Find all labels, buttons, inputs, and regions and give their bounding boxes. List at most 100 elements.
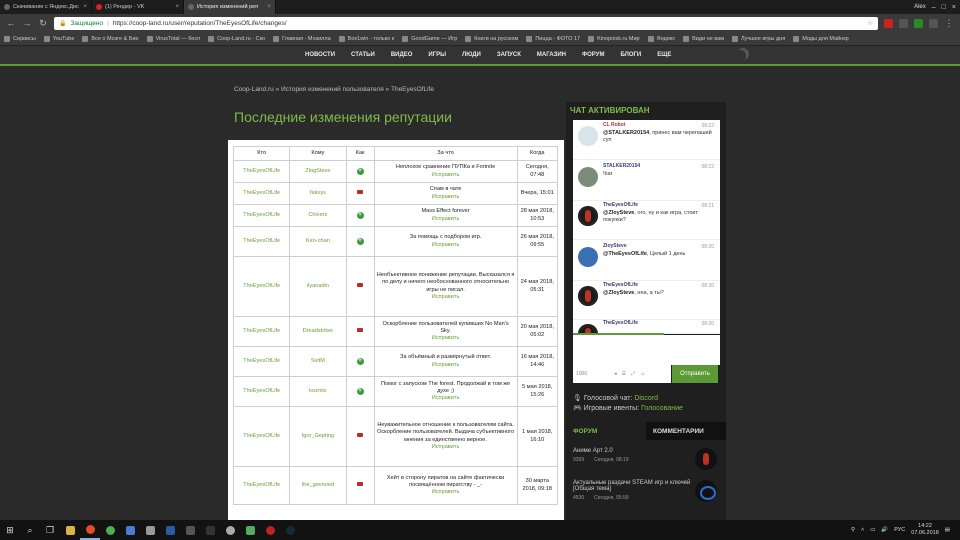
extension-icon[interactable]	[884, 18, 893, 28]
bookmark-item[interactable]: Coop-Land.ru - Ско	[208, 35, 265, 42]
utorrent-icon[interactable]	[100, 520, 120, 540]
chat-author[interactable]: STALKER20154	[603, 163, 716, 169]
minimize-icon[interactable]: –	[932, 4, 936, 11]
nav-link[interactable]: Форум	[574, 52, 612, 58]
avatar[interactable]	[578, 167, 598, 187]
fix-link[interactable]: Исправить	[377, 172, 515, 179]
avatar[interactable]	[578, 206, 598, 226]
start-icon[interactable]: ⊞	[0, 520, 20, 540]
app-icon[interactable]	[240, 520, 260, 540]
fix-link[interactable]: Исправить	[377, 335, 515, 342]
extension-icon[interactable]	[899, 18, 908, 28]
user-link[interactable]: Igor_Gepting	[302, 433, 334, 439]
nav-link[interactable]: Запуск	[489, 52, 529, 58]
user-link[interactable]: TheEyesOfLife	[243, 168, 280, 174]
chat-mention[interactable]: @STALKER20154	[603, 130, 649, 136]
reload-icon[interactable]: ↻	[38, 18, 48, 29]
forward-icon[interactable]: →	[22, 18, 32, 28]
fix-link[interactable]: Исправить	[377, 444, 515, 451]
list-icon[interactable]: ☰	[622, 371, 626, 377]
clock[interactable]: 14:22 07.06.2018	[911, 523, 939, 536]
people-icon[interactable]: ⚲	[851, 527, 855, 533]
search-icon[interactable]: ⌕	[20, 520, 40, 540]
avatar[interactable]	[578, 247, 598, 267]
chat-author[interactable]: TheEyesOfLife	[603, 282, 716, 288]
app-icon[interactable]	[220, 520, 240, 540]
explorer-icon[interactable]	[60, 520, 80, 540]
browser-tab[interactable]: Скачивание с Яндекс.Дис ×	[0, 0, 92, 14]
user-link[interactable]: TheEyesOfLife	[243, 433, 280, 439]
chat-author[interactable]: TheEyesOfLife	[603, 202, 716, 208]
nav-link[interactable]: Видео	[383, 52, 421, 58]
user-link[interactable]: TheEyesOfLife	[243, 283, 280, 289]
nav-link[interactable]: Еще	[649, 52, 679, 58]
user-link[interactable]: TheEyesOfLife	[243, 388, 280, 394]
extension-icon[interactable]	[914, 18, 923, 28]
browser-tab[interactable]: (1) Рендер - VK ×	[92, 0, 184, 14]
close-tab-icon[interactable]: ×	[83, 4, 87, 10]
chrome-icon[interactable]	[80, 520, 100, 540]
app-icon[interactable]	[200, 520, 220, 540]
bookmark-item[interactable]: Box1win - только к	[338, 35, 394, 42]
forum-topic[interactable]: Аниме Арт 2.0 9399 Сегодня, 08:19	[573, 448, 723, 470]
bookmark-item[interactable]: Лучшее игры дня	[732, 35, 785, 42]
bookmark-item[interactable]: Пицца - ФОТО 17	[526, 35, 580, 42]
fix-link[interactable]: Исправить	[377, 194, 515, 201]
bookmark-item[interactable]: Види не вам	[683, 35, 724, 42]
bookmark-item[interactable]: Яндекс	[647, 35, 675, 42]
tab-comments[interactable]: Комментарии	[646, 422, 726, 440]
smile-icon[interactable]: ☺	[640, 371, 645, 377]
chat-author[interactable]: TheEyesOfLife	[603, 320, 716, 326]
user-link[interactable]: TheEyesOfLife	[243, 358, 280, 364]
nav-link[interactable]: Люди	[454, 52, 489, 58]
moon-icon[interactable]	[734, 50, 746, 62]
user-link[interactable]: TheEyesOfLife	[243, 212, 280, 218]
arrow-icon[interactable]: ◂	[614, 371, 617, 377]
bookmark-item[interactable]: Все о Мозге & Био	[82, 35, 139, 42]
task-view-icon[interactable]: ❐	[40, 520, 60, 540]
user-link[interactable]: TheEyesOfLife	[243, 482, 280, 488]
chat-mention[interactable]: @ZloySteve	[603, 290, 634, 296]
nav-link[interactable]: Блоги	[612, 52, 649, 58]
breadcrumb-home[interactable]: Coop-Land.ru	[234, 86, 274, 93]
forum-topic[interactable]: Актуальные раздачи STEAM игр и ключей [О…	[573, 480, 723, 502]
fix-link[interactable]: Исправить	[377, 489, 515, 496]
nav-link[interactable]: Новости	[297, 52, 343, 58]
close-tab-icon[interactable]: ×	[175, 4, 179, 10]
chat-message-input[interactable]	[573, 335, 720, 365]
chat-author[interactable]: CL Robot	[603, 122, 716, 128]
nav-link[interactable]: Статьи	[343, 52, 383, 58]
avatar[interactable]	[578, 126, 598, 146]
user-link[interactable]: the_govnoed	[302, 482, 334, 488]
expand-icon[interactable]: ⤢	[631, 371, 635, 377]
user-link[interactable]: SvitM	[311, 358, 325, 364]
chat-author[interactable]: ZloySteve	[603, 243, 716, 249]
bookmark-item[interactable]: Книги на русском	[465, 35, 518, 42]
language-indicator[interactable]: РУС	[894, 527, 905, 533]
notifications-icon[interactable]: ▤	[945, 527, 950, 533]
vote-link[interactable]: Голосование	[641, 405, 683, 412]
menu-icon[interactable]: ⋮	[944, 18, 954, 29]
chat-messages[interactable]: CL Robot 08:22 @STALKER20154, принес вам ч…	[573, 120, 720, 334]
user-link[interactable]: Ken-chan	[306, 238, 330, 244]
bookmark-item[interactable]: VirusTotal — бесп	[146, 35, 200, 42]
user-link[interactable]: TheEyesOfLife	[243, 190, 280, 196]
fix-link[interactable]: Исправить	[377, 294, 515, 301]
chevron-up-icon[interactable]: ˄	[861, 527, 864, 533]
breadcrumb-section[interactable]: История изменений пользователя	[281, 86, 384, 93]
user-link[interactable]: faksys	[310, 190, 326, 196]
bookmark-star-icon[interactable]: ☆	[867, 19, 873, 27]
fix-link[interactable]: Исправить	[377, 242, 515, 249]
discord-link[interactable]: Discord	[634, 395, 658, 402]
app-icon[interactable]	[120, 520, 140, 540]
user-link[interactable]: TheEyesOfLife	[243, 328, 280, 334]
bookmark-item[interactable]: Сервисы	[4, 35, 36, 42]
network-icon[interactable]: ▭	[870, 527, 875, 533]
user-link[interactable]: Dreadstriker	[303, 328, 333, 334]
app-icon[interactable]	[260, 520, 280, 540]
bookmark-item[interactable]: Моды для Майнкр	[793, 35, 849, 42]
bookmark-item[interactable]: GoodGame — Игр	[402, 35, 457, 42]
fix-link[interactable]: Исправить	[377, 395, 515, 402]
bookmark-item[interactable]: YouTube	[43, 35, 74, 42]
user-link[interactable]: ilyanadin	[307, 283, 329, 289]
